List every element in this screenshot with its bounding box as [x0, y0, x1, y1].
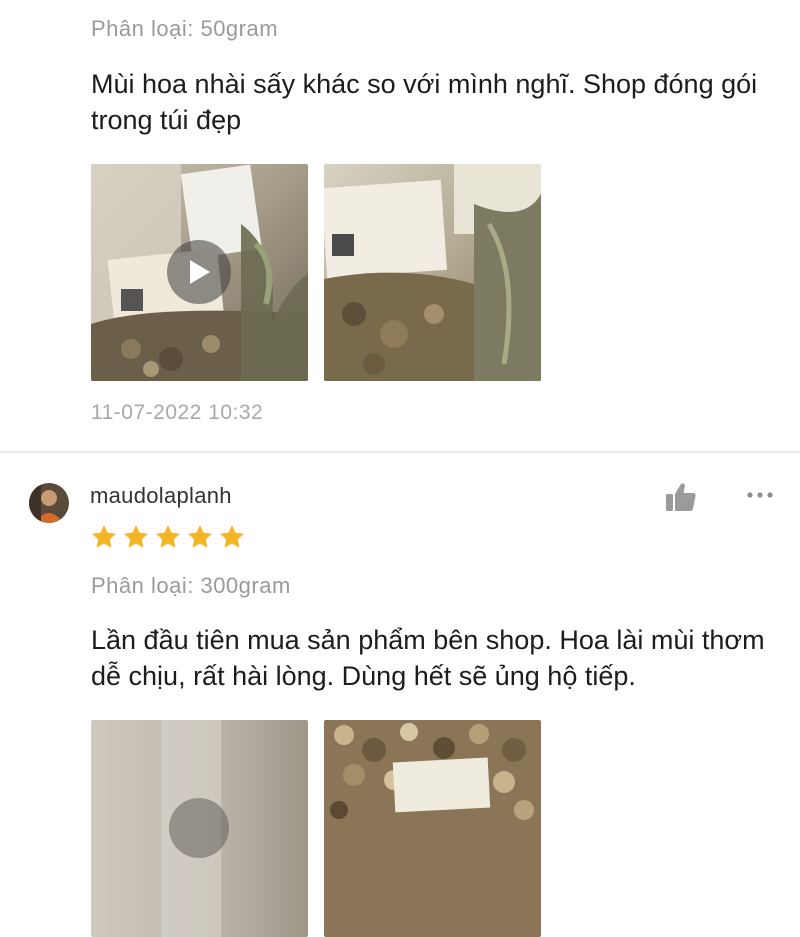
review-photo-thumbnail[interactable] — [324, 720, 541, 937]
star-icon — [92, 525, 116, 548]
review-video-thumbnail[interactable] — [91, 720, 308, 937]
review-timestamp: 11-07-2022 10:32 — [91, 401, 264, 424]
play-icon[interactable] — [167, 240, 231, 304]
thumbs-up-icon[interactable] — [664, 481, 698, 513]
reviewer-username[interactable]: maudolaplanh — [90, 483, 232, 509]
review-variant: Phân loại: 300gram — [91, 573, 291, 598]
star-icon — [188, 525, 212, 548]
more-dots-icon[interactable] — [745, 485, 775, 505]
review-video-thumbnail[interactable] — [91, 164, 308, 381]
avatar[interactable] — [29, 483, 69, 523]
review-comment: Mùi hoa nhài sấy khác so với mình nghĩ. … — [91, 69, 758, 135]
review-card: Phân loại: 50gram Mùi hoa nhài sấy khác … — [0, 0, 800, 452]
star-icon — [156, 525, 180, 548]
rating-stars — [90, 523, 246, 551]
review-photo-thumbnail[interactable] — [324, 164, 541, 381]
review-card: maudolaplanh Phân loại: 300gram Lần đầu … — [0, 453, 800, 937]
star-icon — [124, 525, 148, 548]
review-variant: Phân loại: 50gram — [91, 16, 279, 41]
star-icon — [220, 525, 244, 548]
review-comment: Lần đầu tiên mua sản phẩm bên shop. Hoa … — [91, 625, 765, 691]
